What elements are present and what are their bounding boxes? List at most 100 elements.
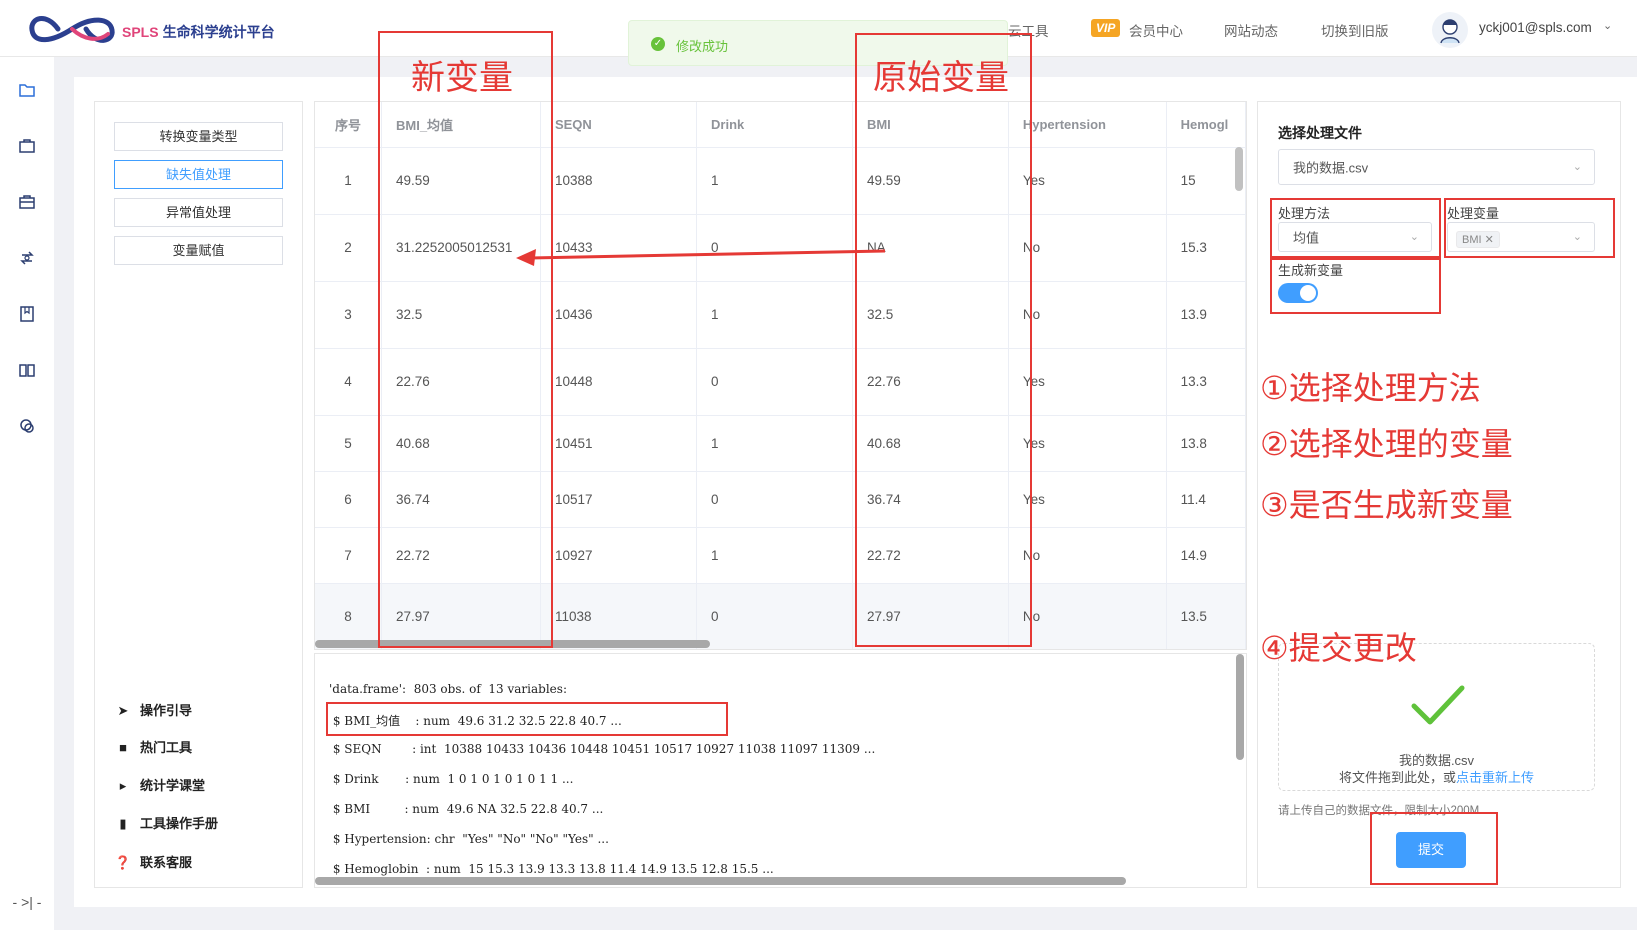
annotation-box-console-line (326, 702, 728, 736)
table-cell: 0 (696, 583, 853, 649)
table-cell: 1 (696, 415, 853, 472)
briefcase-icon[interactable] (18, 137, 36, 155)
table-cell: 13.5 (1166, 583, 1246, 649)
table-cell: No (1008, 214, 1167, 282)
table-cell: 1 (315, 147, 382, 215)
console-horizontal-scrollbar[interactable] (315, 877, 1126, 885)
chevron-down-icon: ⌄ (1572, 160, 1582, 173)
table-cell: 10388 (540, 147, 698, 215)
column-header[interactable]: Hypertension (1008, 102, 1167, 148)
console-vertical-scrollbar[interactable] (1236, 654, 1244, 760)
table-cell: 0 (696, 471, 853, 528)
briefcase-icon: ■ (119, 740, 127, 755)
missing-value-button[interactable]: 缺失值处理 (114, 160, 283, 189)
hot-tools-link[interactable]: ■ 热门工具 (114, 737, 192, 756)
table-cell: 13.9 (1166, 281, 1246, 349)
annotation-box-method (1270, 198, 1441, 258)
table-cell: Yes (1008, 147, 1167, 215)
document-icon: ▮ (119, 816, 127, 831)
spls-logo-icon[interactable] (28, 8, 116, 50)
table-cell: 1 (696, 527, 853, 584)
nav-switch-old[interactable]: 切换到旧版 (1321, 20, 1389, 40)
manual-link[interactable]: ▮ 工具操作手册 (114, 813, 218, 832)
table-cell: 13.8 (1166, 415, 1246, 472)
annotation-box-submit (1370, 812, 1498, 885)
brand-title[interactable]: SPLS 生命科学统计平台 (122, 22, 275, 42)
file-select-value: 我的数据.csv (1293, 160, 1369, 176)
outlier-button[interactable]: 异常值处理 (114, 198, 283, 227)
table-cell: Yes (1008, 348, 1167, 416)
column-header[interactable]: 序号 (315, 102, 382, 148)
console-line: $ Hypertension: chr "Yes" "No" "No" "Yes… (329, 832, 609, 846)
table-cell: 1 (696, 147, 853, 215)
annotation-box-new-variable (378, 31, 553, 648)
table-cell: 6 (315, 471, 382, 528)
success-check-icon: ✓ (651, 37, 665, 51)
annotation-step4: ④提交更改 (1260, 630, 1417, 666)
column-header[interactable]: Drink (696, 102, 853, 148)
chat-icon[interactable] (18, 417, 36, 435)
open-book-icon[interactable] (18, 361, 36, 379)
table-cell: 15 (1166, 147, 1246, 215)
panel-title: 选择处理文件 (1278, 125, 1362, 141)
contact-support-link[interactable]: ❓ 联系客服 (114, 852, 192, 871)
table-cell: 11.4 (1166, 471, 1246, 528)
guide-link[interactable]: ➤ 操作引导 (114, 700, 192, 719)
console-line: $ Hemoglobin : num 15 15.3 13.9 13.3 13.… (329, 862, 774, 876)
transform-icon[interactable] (18, 249, 36, 267)
reupload-link[interactable]: 点击重新上传 (1456, 770, 1534, 785)
help-icon: ❓ (114, 855, 132, 870)
table-cell: 7 (315, 527, 382, 584)
annotation-arrow-icon (516, 249, 886, 266)
table-cell: Yes (1008, 415, 1167, 472)
statistics-class-link[interactable]: ▸ 统计学课堂 (114, 775, 205, 794)
file-select[interactable]: 我的数据.csv ⌄ (1278, 149, 1595, 185)
vip-badge[interactable]: VIP (1091, 19, 1121, 37)
table-cell: No (1008, 583, 1167, 649)
column-header[interactable]: SEQN (540, 102, 698, 148)
table-cell: 10451 (540, 415, 698, 472)
annotation-box-new-variable-toggle (1270, 258, 1441, 314)
toolbox-icon[interactable] (18, 193, 36, 211)
table-cell: 5 (315, 415, 382, 472)
table-cell: 10517 (540, 471, 698, 528)
chevron-down-icon[interactable]: ⌄ (1603, 19, 1612, 32)
table-vertical-scrollbar[interactable] (1235, 147, 1243, 191)
convert-type-button[interactable]: 转换变量类型 (114, 122, 283, 151)
book-mark-icon[interactable] (18, 305, 36, 323)
table-cell: Yes (1008, 471, 1167, 528)
annotation-original-variable: 原始变量 (873, 59, 1009, 97)
annotation-box-variable (1444, 198, 1615, 258)
check-icon (1411, 685, 1465, 725)
table-cell: 0 (696, 348, 853, 416)
annotation-step3: ③是否生成新变量 (1260, 487, 1513, 523)
user-email[interactable]: yckj001@spls.com (1479, 20, 1592, 35)
annotation-new-variable: 新变量 (411, 59, 513, 97)
annotation-step2: ②选择处理的变量 (1260, 426, 1513, 462)
table-cell: 10927 (540, 527, 698, 584)
nav-site-news[interactable]: 网站动态 (1224, 20, 1278, 40)
assign-variable-button[interactable]: 变量赋值 (114, 236, 283, 265)
nav-member-center[interactable]: 会员中心 (1129, 20, 1183, 40)
table-cell: 10436 (540, 281, 698, 349)
table-cell: 15.3 (1166, 214, 1246, 282)
console-line: $ Drink : num 1 0 1 0 1 0 1 0 1 1 ... (329, 772, 574, 786)
icon-sidebar: - >| - (0, 57, 54, 930)
collapse-sidebar-icon[interactable]: - >| - (0, 894, 54, 910)
table-cell: No (1008, 527, 1167, 584)
column-header[interactable]: Hemogl (1166, 102, 1246, 148)
send-icon: ➤ (117, 703, 129, 718)
table-cell: 4 (315, 348, 382, 416)
annotation-step1: ①选择处理方法 (1260, 370, 1481, 406)
video-icon: ▸ (119, 778, 127, 793)
table-cell: 3 (315, 281, 382, 349)
table-cell: 1 (696, 281, 853, 349)
avatar[interactable] (1432, 12, 1468, 48)
console-output: 'data.frame': 803 obs. of 13 variables: … (314, 653, 1247, 888)
upload-hint: 将文件拖到此处，或点击重新上传 (1338, 770, 1535, 785)
table-cell: 2 (315, 214, 382, 282)
folder-icon[interactable] (18, 81, 36, 99)
annotation-box-original-variable (855, 33, 1032, 647)
console-line: $ BMI : num 49.6 NA 32.5 22.8 40.7 ... (329, 802, 604, 816)
